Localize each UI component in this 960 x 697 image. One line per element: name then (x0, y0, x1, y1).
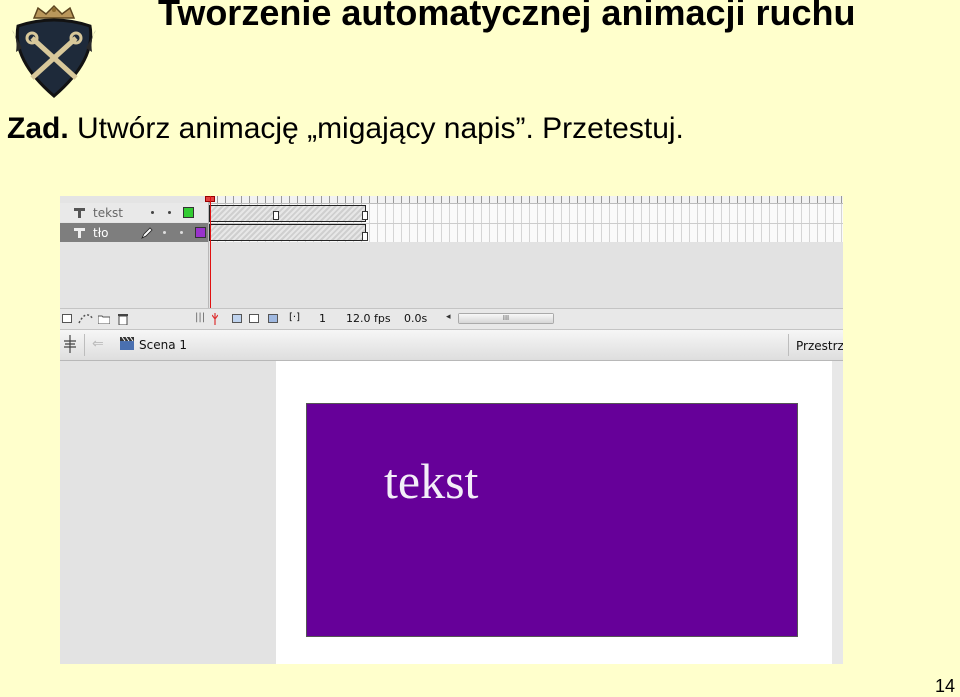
layer-icon (74, 227, 85, 238)
timeline-toggle-icon[interactable] (62, 335, 78, 353)
folder-icon[interactable] (98, 314, 110, 324)
keyframe-marker[interactable] (362, 211, 368, 220)
elapsed-time: 0.0s (404, 312, 428, 325)
frames-area[interactable] (209, 196, 843, 308)
scene-clapper-icon (120, 337, 134, 350)
modify-markers-icon[interactable]: [·] (289, 312, 300, 323)
layer-color-swatch[interactable] (183, 207, 194, 218)
frame-ruler[interactable] (209, 196, 843, 204)
onion-skin-icon[interactable] (232, 314, 242, 323)
flash-editor-screenshot: tekst tło ||| [·] 1 12.0 fps 0.0s ◂ III … (60, 196, 843, 664)
edit-multiple-frames-icon[interactable] (268, 314, 278, 323)
separator (84, 334, 85, 356)
layer-row-tekst[interactable]: tekst (60, 203, 208, 222)
current-frame: 1 (319, 312, 326, 325)
layer-name: tło (93, 225, 109, 240)
layers-panel: tekst tło (60, 196, 209, 308)
keyframe-marker[interactable] (273, 211, 279, 220)
visibility-dot[interactable] (151, 211, 154, 214)
task-instruction: Utwórz animację „migający napis”. Przete… (68, 112, 684, 145)
timeline-scrollbar[interactable]: III (458, 313, 554, 324)
layer-icon (74, 207, 85, 218)
pencil-icon (141, 226, 153, 239)
center-frame-icon[interactable] (212, 313, 218, 325)
stage-background-rect[interactable]: tekst (306, 403, 798, 637)
layer-name: tekst (93, 205, 123, 220)
frame-rate[interactable]: 12.0 fps (346, 312, 391, 325)
layer-color-swatch[interactable] (195, 227, 206, 238)
scene-label[interactable]: Scena 1 (139, 338, 187, 352)
tween-span-tlo[interactable] (209, 224, 366, 241)
separator (788, 334, 789, 356)
visibility-dot[interactable] (163, 231, 166, 234)
timeline-toolbar: ||| [·] 1 12.0 fps 0.0s ◂ III (60, 308, 843, 330)
slide-title: Tworzenie automatycznej animacji ruchu (158, 0, 856, 33)
back-arrow-icon[interactable]: ⇐ (92, 336, 104, 352)
task-text: Zad. Utwórz animację „migający napis”. P… (7, 112, 684, 146)
edit-bar: ⇐ Scena 1 Przestrze (60, 330, 843, 361)
workspace-label[interactable]: Przestrze (796, 339, 843, 353)
scroll-thumb[interactable]: III (459, 314, 553, 323)
scroll-left-arrow[interactable]: ◂ (446, 312, 451, 322)
new-layer-icon[interactable] (62, 314, 72, 323)
lock-dot[interactable] (180, 231, 183, 234)
task-prefix: Zad. (7, 112, 69, 145)
tween-span-tekst[interactable] (209, 205, 366, 222)
lock-dot[interactable] (168, 211, 171, 214)
crest-logo-icon (12, 4, 96, 98)
divider: ||| (195, 312, 206, 323)
pasteboard-right (832, 361, 843, 664)
page-number: 14 (935, 676, 956, 696)
onion-skin-outlines-icon[interactable] (249, 314, 259, 323)
stage-text[interactable]: tekst (384, 452, 478, 510)
trash-icon[interactable] (118, 313, 128, 325)
layer-row-tlo[interactable]: tło (60, 223, 208, 242)
motion-guide-icon[interactable] (78, 313, 94, 325)
keyframe-marker[interactable] (362, 232, 368, 241)
